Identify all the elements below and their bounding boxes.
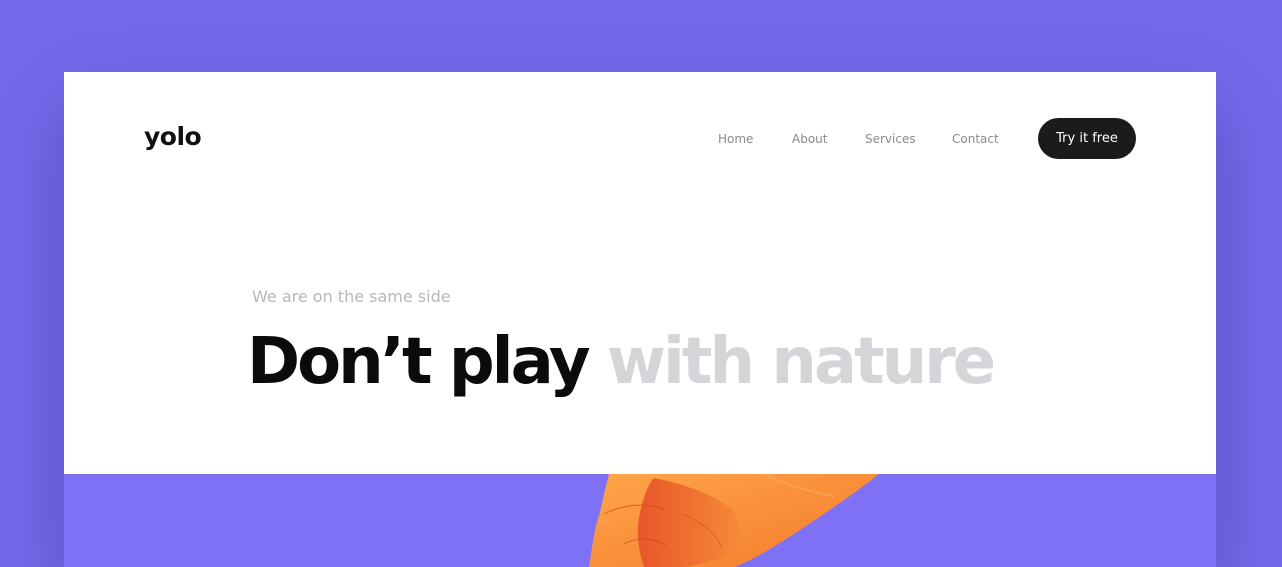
hands-illustration bbox=[589, 474, 879, 567]
header-section: yolo Home About Services Contact Try it … bbox=[64, 72, 1216, 474]
nav-about[interactable]: About bbox=[792, 132, 827, 146]
brand-logo[interactable]: yolo bbox=[144, 122, 202, 151]
hero-illustration bbox=[64, 474, 1216, 567]
hero-subtitle: We are on the same side bbox=[252, 287, 451, 306]
nav-services[interactable]: Services bbox=[865, 132, 916, 146]
headline-dark-part: Don’t play bbox=[247, 325, 591, 399]
nav-home[interactable]: Home bbox=[718, 132, 753, 146]
try-it-free-button[interactable]: Try it free bbox=[1038, 118, 1136, 159]
headline-light-part: with nature bbox=[606, 325, 996, 399]
nav-contact[interactable]: Contact bbox=[952, 132, 999, 146]
website-preview: yolo Home About Services Contact Try it … bbox=[64, 72, 1216, 567]
hero-headline: Don’t play with nature bbox=[247, 322, 996, 402]
